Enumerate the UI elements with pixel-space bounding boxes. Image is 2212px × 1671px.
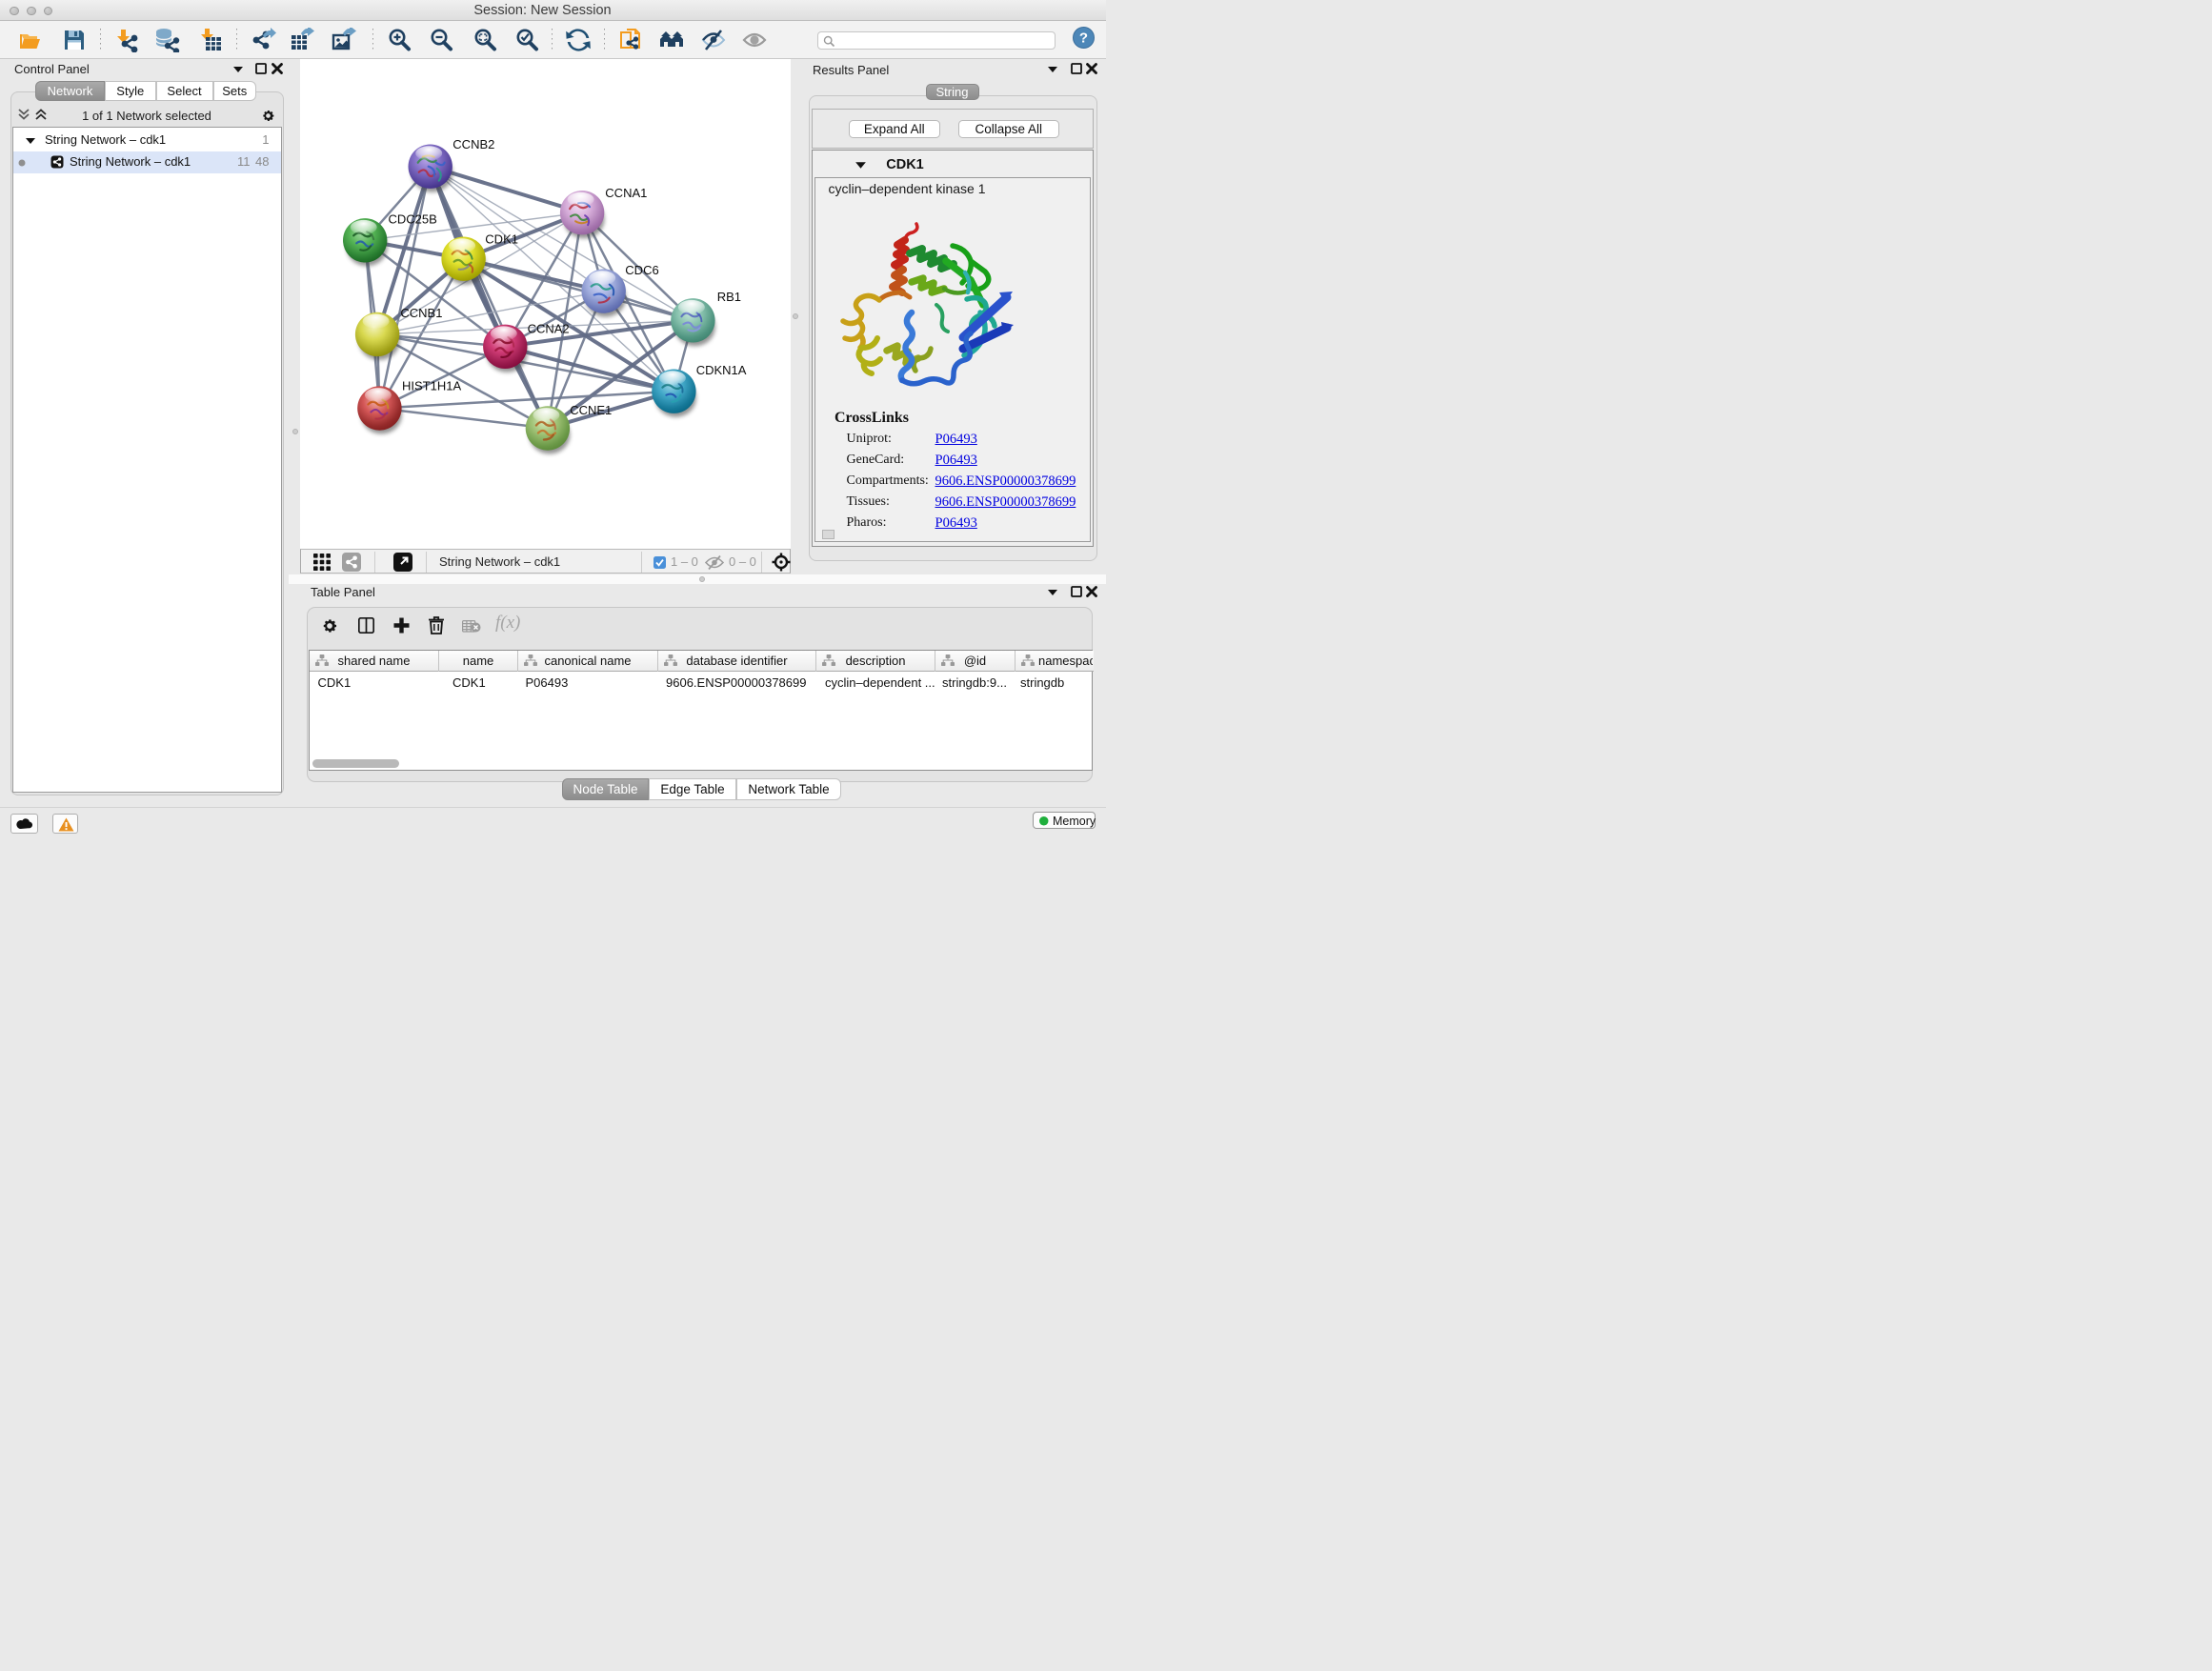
svg-text:CDC6: CDC6 [625,263,658,277]
svg-text:HIST1H1A: HIST1H1A [402,379,461,393]
svg-text:CCNB1: CCNB1 [400,306,442,320]
svg-text:CCNE1: CCNE1 [570,403,612,417]
svg-text:RB1: RB1 [716,290,740,304]
svg-text:CCNB2: CCNB2 [452,137,494,151]
svg-text:CDKN1A: CDKN1A [695,363,746,377]
svg-text:CDK1: CDK1 [485,232,518,247]
svg-text:CCNA2: CCNA2 [527,321,569,335]
svg-text:CDC25B: CDC25B [388,212,436,227]
svg-text:CCNA1: CCNA1 [605,186,647,200]
svg-text:?: ? [1079,30,1088,47]
